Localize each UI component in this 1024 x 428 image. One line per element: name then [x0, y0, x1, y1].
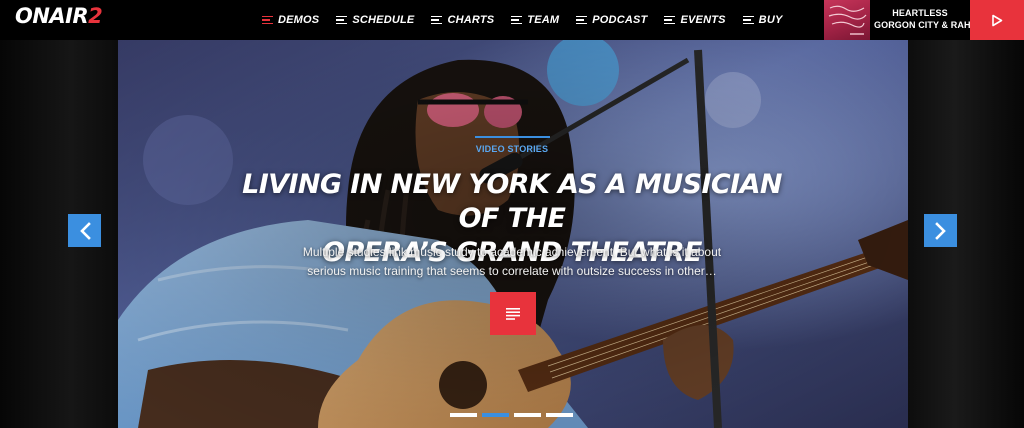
nav-label: TEAM — [527, 14, 560, 26]
slider-next-button[interactable] — [924, 214, 957, 247]
nav-label: BUY — [758, 14, 783, 26]
slider-dot-active[interactable] — [482, 413, 509, 417]
nav-label: DEMOS — [278, 14, 320, 26]
chevron-right-icon — [934, 221, 946, 240]
menu-lines-icon — [431, 15, 443, 25]
nav-item-schedule[interactable]: SCHEDULE — [336, 14, 414, 26]
slider-dot[interactable] — [450, 413, 477, 417]
play-icon — [992, 14, 1003, 26]
menu-lines-icon — [664, 15, 676, 25]
menu-lines-icon — [262, 15, 273, 25]
now-playing-info: HEARTLESS GORGON CITY & RAHH — [874, 7, 978, 31]
nav-item-team[interactable]: TEAM — [511, 14, 559, 26]
nav-item-podcast[interactable]: PODCAST — [576, 14, 647, 26]
kicker-underline — [475, 136, 550, 138]
chevron-left-icon — [79, 221, 91, 240]
article-icon — [506, 307, 520, 320]
post-excerpt-line: Multiple studies link music study to aca… — [302, 245, 722, 259]
menu-lines-icon — [511, 15, 523, 25]
nav-label: SCHEDULE — [352, 14, 415, 26]
read-more-button[interactable] — [490, 292, 536, 335]
nav-item-demos[interactable]: DEMOS — [262, 14, 319, 26]
nav-label: CHARTS — [447, 14, 495, 26]
slider-dot[interactable] — [546, 413, 573, 417]
post-category[interactable]: VIDEO STORIES — [412, 144, 612, 154]
slider-dot[interactable] — [514, 413, 541, 417]
main-nav: DEMOS SCHEDULE CHARTS TEAM PODCAST EVENT… — [262, 0, 800, 40]
post-excerpt-line: serious music training that seems to cor… — [307, 264, 717, 278]
now-playing-title: HEARTLESS — [892, 8, 948, 18]
menu-lines-icon — [576, 15, 588, 25]
nav-item-buy[interactable]: BUY — [742, 14, 783, 26]
slider-pagination — [450, 413, 578, 417]
nav-item-events[interactable]: EVENTS — [664, 14, 725, 26]
site-header: ONAIR2 DEMOS SCHEDULE CHARTS TEAM PODCAS… — [0, 0, 1024, 40]
post-title-line: LIVING IN NEW YORK AS A MUSICIAN OF THE — [242, 169, 782, 234]
play-button[interactable] — [970, 0, 1024, 40]
post-excerpt: Multiple studies link music study to aca… — [292, 243, 732, 281]
nav-label: EVENTS — [680, 14, 726, 26]
menu-lines-icon — [336, 15, 348, 25]
slider-prev-button[interactable] — [68, 214, 101, 247]
site-logo[interactable]: ONAIR2 — [15, 5, 103, 27]
nav-label: PODCAST — [592, 14, 648, 26]
now-playing-artist: GORGON CITY & RAHH — [874, 20, 978, 30]
now-playing-cover[interactable] — [824, 0, 870, 40]
nav-item-charts[interactable]: CHARTS — [431, 14, 494, 26]
menu-lines-icon — [742, 15, 754, 25]
